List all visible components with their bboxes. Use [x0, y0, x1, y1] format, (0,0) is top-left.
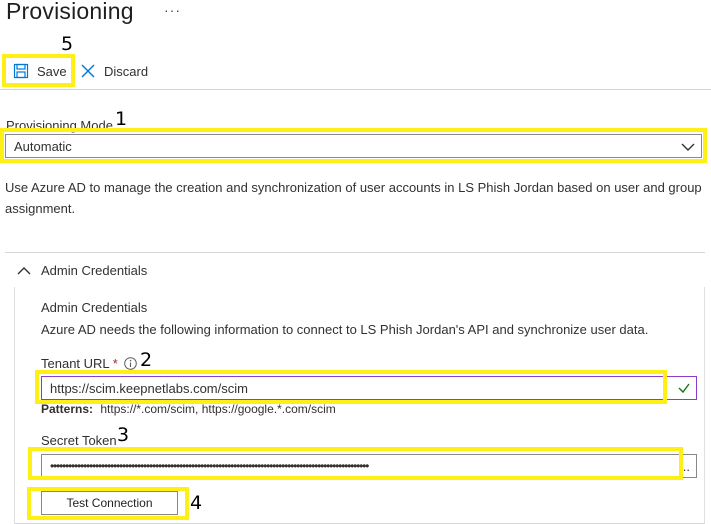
save-label: Save [37, 63, 67, 79]
page-title: Provisioning [6, 0, 134, 24]
save-icon [13, 63, 29, 79]
close-icon [80, 63, 96, 79]
required-indicator: * [112, 356, 118, 371]
annotation-number-4: 4 [190, 492, 203, 514]
section-left-border [14, 287, 15, 524]
save-button[interactable]: Save [13, 62, 67, 80]
info-icon[interactable] [124, 357, 137, 370]
section-right-border [704, 287, 705, 524]
toolbar-divider [0, 89, 711, 90]
patterns-label: Patterns: [41, 402, 94, 416]
more-options-button[interactable]: ··· [164, 2, 181, 18]
admin-credentials-heading: Admin Credentials [41, 300, 148, 315]
provisioning-mode-value: Automatic [14, 139, 72, 154]
tenant-url-highlight [35, 370, 667, 404]
annotation-number-1: 1 [115, 108, 128, 130]
discard-label: Discard [104, 63, 149, 79]
test-connection-button[interactable]: Test Connection [41, 491, 178, 515]
admin-credentials-description: Azure AD needs the following information… [41, 322, 649, 337]
secret-token-highlight [28, 447, 683, 480]
chevron-up-icon[interactable] [17, 264, 31, 278]
patterns-hint: Patterns: https://*.com/scim, https://go… [41, 402, 336, 416]
patterns-value: https://*.com/scim, https://google.*.com… [100, 402, 336, 416]
annotation-number-5: 5 [61, 33, 74, 55]
admin-credentials-section-toggle[interactable]: Admin Credentials [41, 263, 147, 278]
chevron-down-icon [681, 140, 695, 154]
discard-button[interactable]: Discard [80, 62, 148, 80]
provisioning-mode-description: Use Azure AD to manage the creation and … [5, 180, 702, 216]
annotation-number-2: 2 [140, 349, 153, 371]
tenant-url-label: Tenant URL * [41, 356, 118, 371]
tenant-url-label-text: Tenant URL [41, 356, 110, 371]
provisioning-mode-dropdown[interactable]: Automatic [5, 134, 702, 158]
checkmark-icon [677, 381, 691, 395]
secret-token-ellipsis: .. [682, 459, 690, 474]
section-divider [5, 252, 705, 253]
secret-token-label: Secret Token [41, 433, 117, 448]
annotation-number-3: 3 [117, 424, 130, 446]
